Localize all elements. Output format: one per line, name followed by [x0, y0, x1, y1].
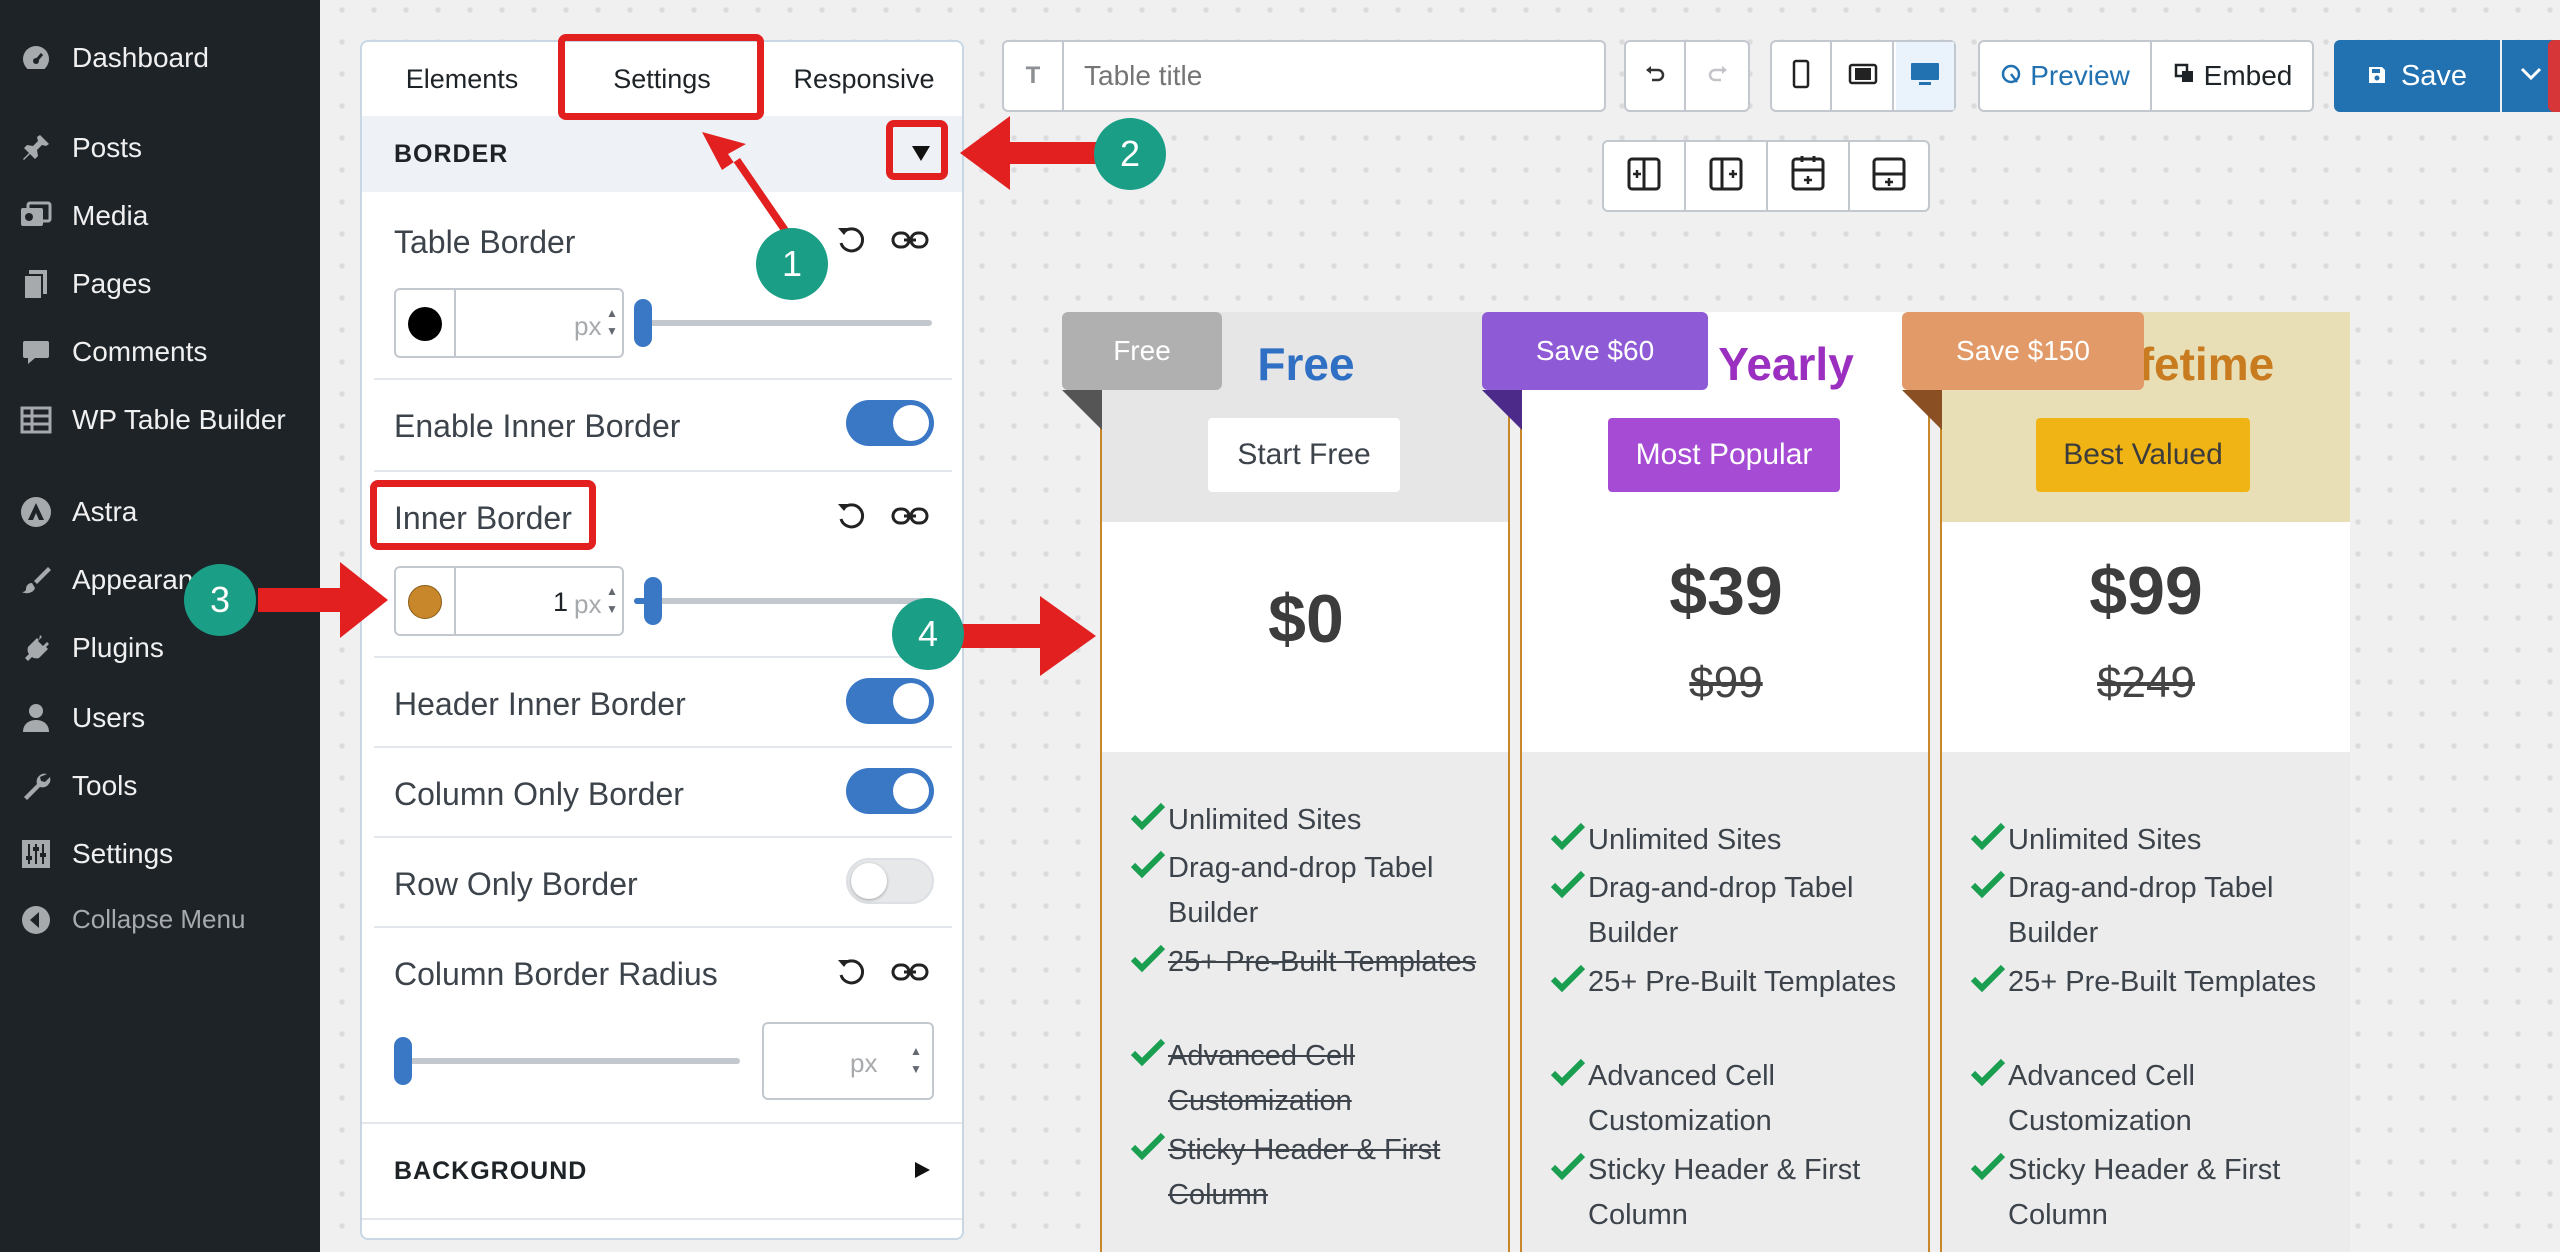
- annotation-arrows: [258, 116, 1100, 676]
- callout-badge-2: 2: [1094, 118, 1166, 190]
- callout-badge-3: 3: [184, 564, 256, 636]
- arrow-4: [960, 596, 1096, 676]
- arrow-2: [960, 116, 1100, 190]
- callout-badge-1: 1: [756, 228, 828, 300]
- arrow-1: [702, 132, 795, 238]
- callout-badge-4: 4: [892, 598, 964, 670]
- arrow-3: [258, 562, 388, 638]
